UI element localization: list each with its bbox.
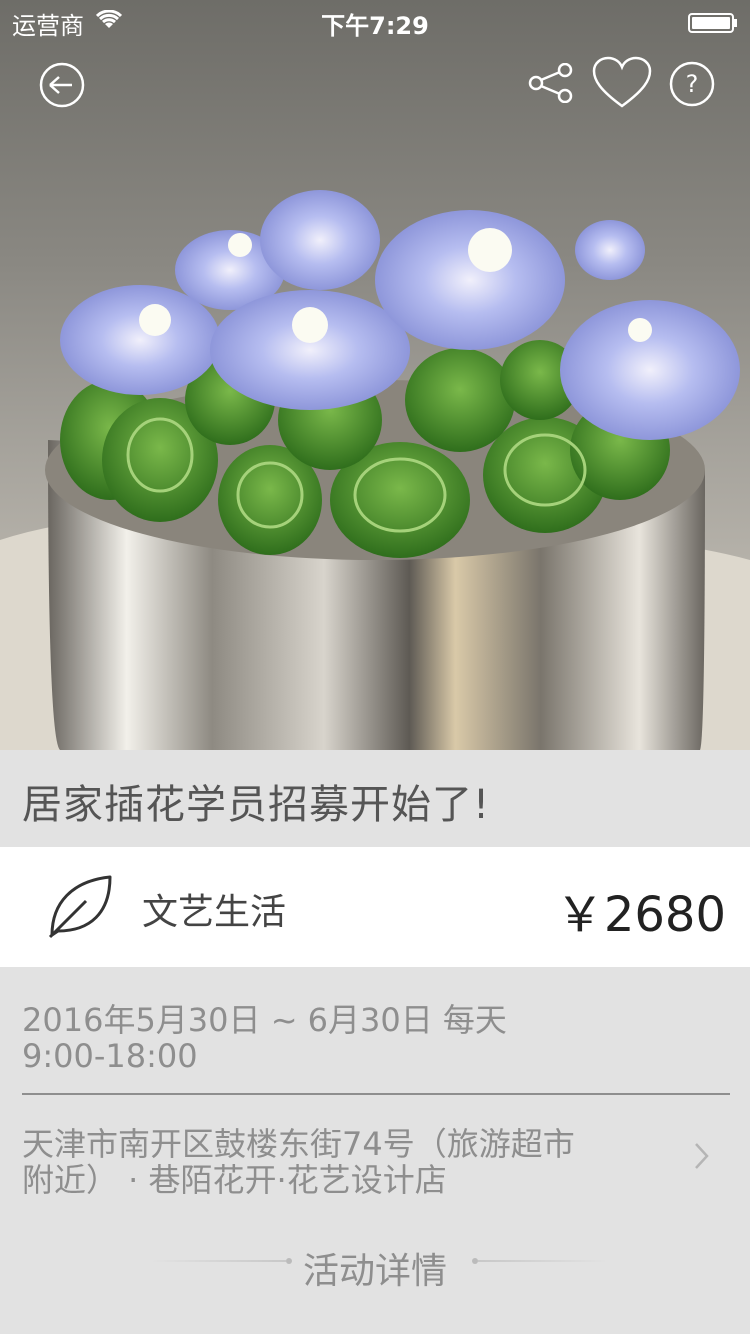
address-line-1: 天津市南开区鼓楼东街74号（旅游超市 [22, 1125, 575, 1163]
status-time: 下午7:29 [321, 12, 429, 40]
chevron-right-icon [692, 1140, 712, 1176]
title-section: 居家插花学员招募开始了! [0, 750, 750, 847]
event-address: 天津市南开区鼓楼东街74号（旅游超市 附近） · 巷陌花开·花艺设计店 [22, 1126, 662, 1198]
category-label: 文艺生活 [142, 892, 287, 933]
event-title: 居家插花学员招募开始了! [22, 782, 491, 828]
event-date: 2016年5月30日 ~ 6月30日 每天 9:00-18:00 [22, 1002, 662, 1074]
section-label: 活动详情 [302, 1251, 447, 1292]
details-section-header: 活动详情 [0, 1240, 750, 1292]
share-button[interactable] [527, 62, 575, 107]
divider [22, 1093, 730, 1095]
svg-text:?: ? [686, 70, 699, 98]
back-arrow-icon [39, 62, 85, 108]
heart-icon [592, 56, 652, 108]
date-hours: 9:00-18:00 [22, 1037, 198, 1075]
favorite-button[interactable] [592, 56, 652, 114]
address-line-2: 附近） · 巷陌花开·花艺设计店 [22, 1161, 447, 1199]
status-bar: 运营商 下午7:29 [0, 0, 750, 40]
share-icon [528, 62, 573, 104]
help-button[interactable]: ? [668, 60, 716, 112]
date-range: 2016年5月30日 ~ 6月30日 每天 [22, 1001, 507, 1039]
price-label: ￥2680 [555, 887, 726, 943]
help-icon: ? [669, 61, 715, 107]
back-button[interactable] [38, 61, 86, 113]
leaf-icon [46, 873, 116, 943]
address-row[interactable]: 天津市南开区鼓楼东街74号（旅游超市 附近） · 巷陌花开·花艺设计店 [0, 1110, 750, 1210]
battery-icon [688, 11, 738, 39]
divider-right [478, 1260, 608, 1262]
